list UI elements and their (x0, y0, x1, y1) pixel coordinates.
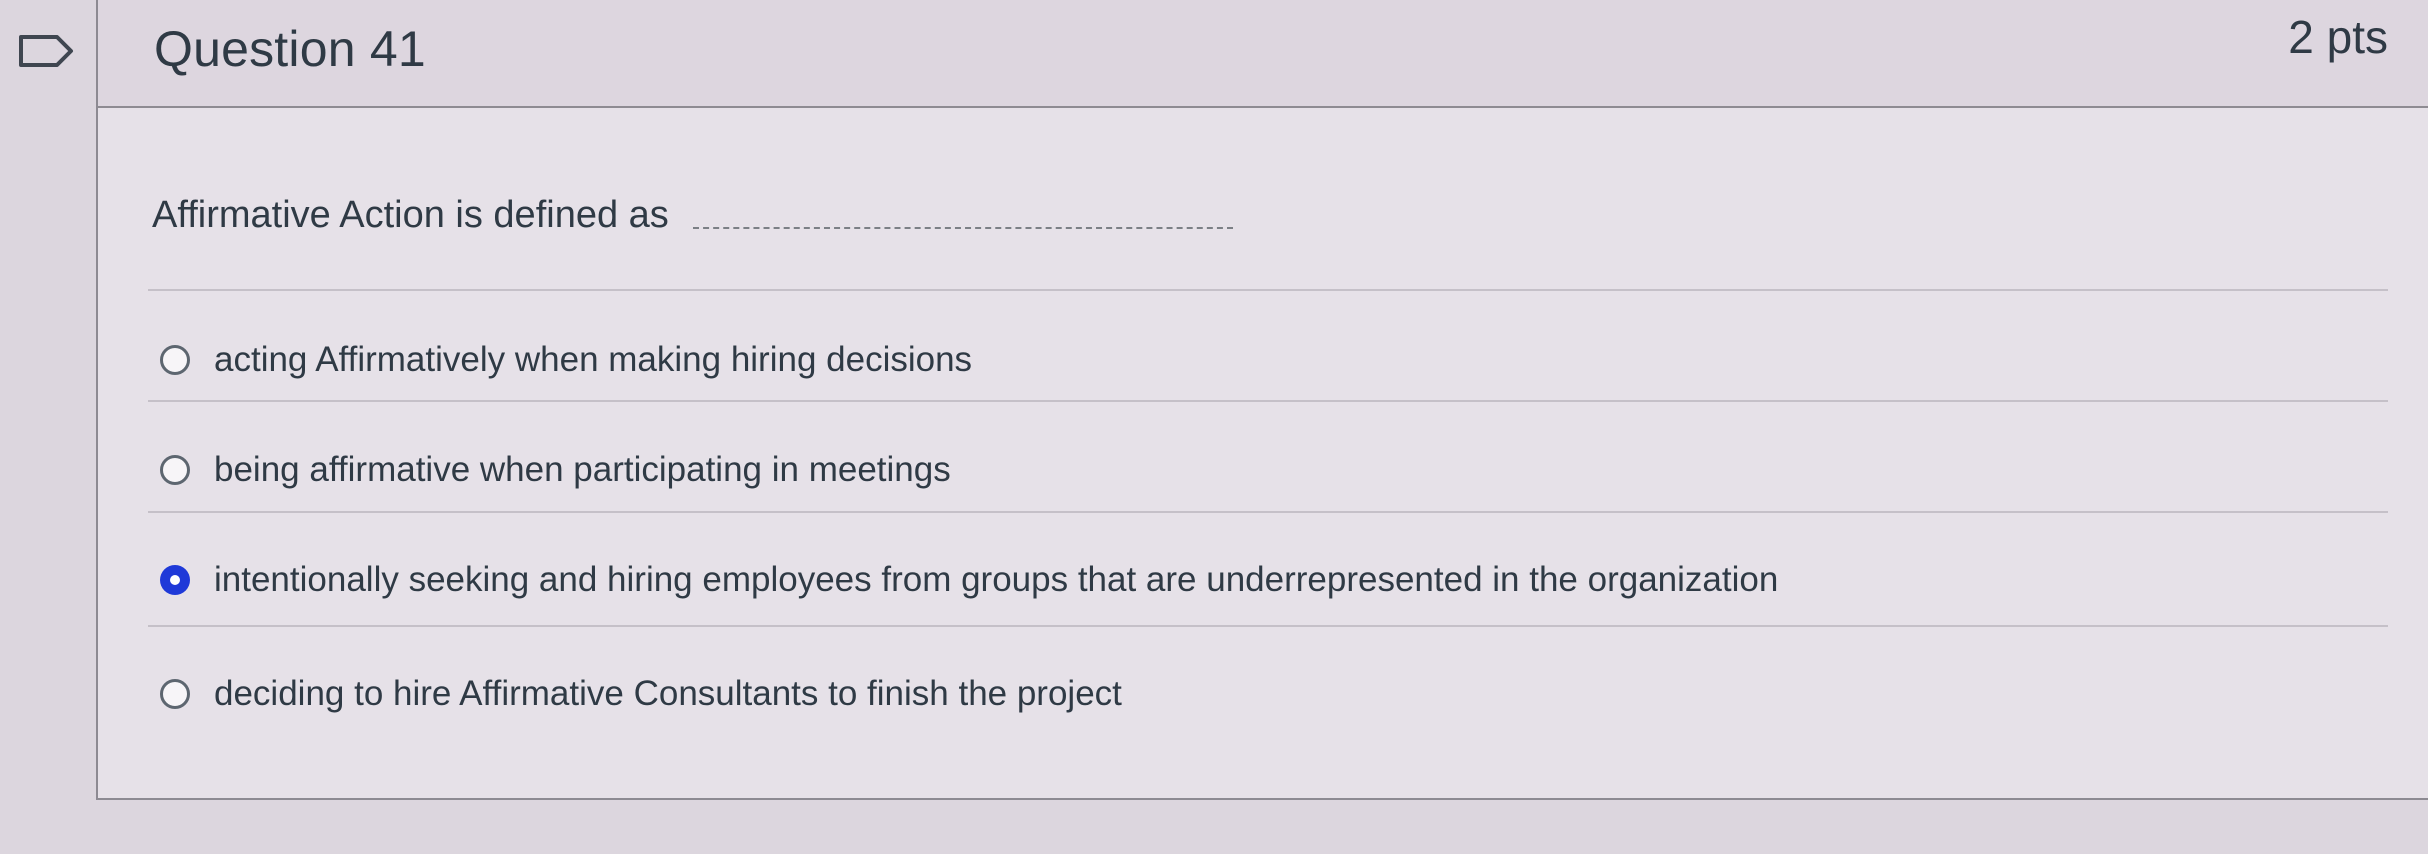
question-title: Question 41 (154, 21, 426, 77)
answer-option-label: intentionally seeking and hiring employe… (214, 560, 1779, 599)
radio-button-icon[interactable] (160, 679, 190, 709)
question-prompt: Affirmative Action is defined as (152, 194, 1234, 237)
radio-button-icon[interactable] (160, 455, 190, 485)
question-prompt-text: Affirmative Action is defined as (152, 194, 669, 236)
answer-blank-line (693, 225, 1234, 229)
answer-option-label: deciding to hire Affirmative Consultants… (214, 674, 1122, 713)
answer-separator (148, 289, 2388, 291)
question-header: Question 41 2 pts (98, 0, 2428, 108)
answer-option-2[interactable]: being affirmative when participating in … (160, 438, 2340, 502)
question-card: Question 41 2 pts Affirmative Action is … (96, 0, 2428, 800)
answer-separator (148, 511, 2388, 513)
answer-separator (148, 400, 2388, 402)
answer-option-label: being affirmative when participating in … (214, 450, 951, 489)
flag-icon[interactable] (18, 34, 74, 68)
answer-option-3[interactable]: intentionally seeking and hiring employe… (160, 548, 2340, 612)
answer-option-1[interactable]: acting Affirmatively when making hiring … (160, 328, 2340, 392)
question-body: Affirmative Action is defined as acting … (98, 108, 2428, 798)
answer-option-label: acting Affirmatively when making hiring … (214, 340, 973, 379)
radio-button-icon[interactable] (160, 345, 190, 375)
question-points: 2 pts (2288, 11, 2388, 63)
selected-radio-button-icon[interactable] (160, 565, 190, 595)
answer-separator (148, 625, 2388, 627)
answer-option-4[interactable]: deciding to hire Affirmative Consultants… (160, 662, 2340, 726)
